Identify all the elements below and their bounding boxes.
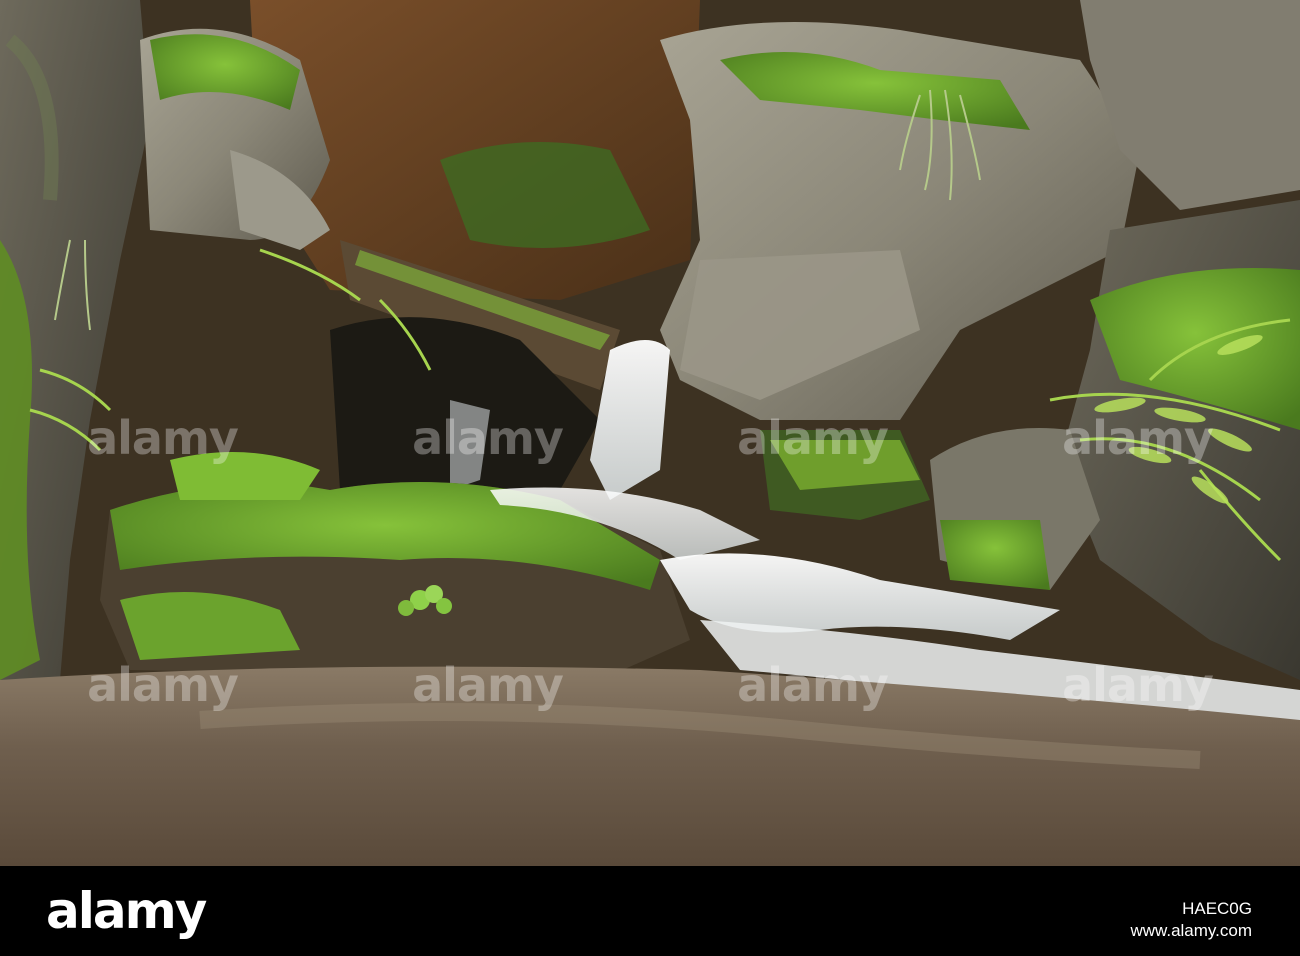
brand-logo: alamy — [46, 882, 207, 940]
footer-bar: alamy HAEC0G www.alamy.com — [0, 866, 1300, 956]
footer-meta: HAEC0G www.alamy.com — [1130, 898, 1252, 942]
site-url: www.alamy.com — [1130, 921, 1252, 940]
image-id: HAEC0G — [1182, 899, 1252, 918]
landscape-photo — [0, 0, 1300, 866]
